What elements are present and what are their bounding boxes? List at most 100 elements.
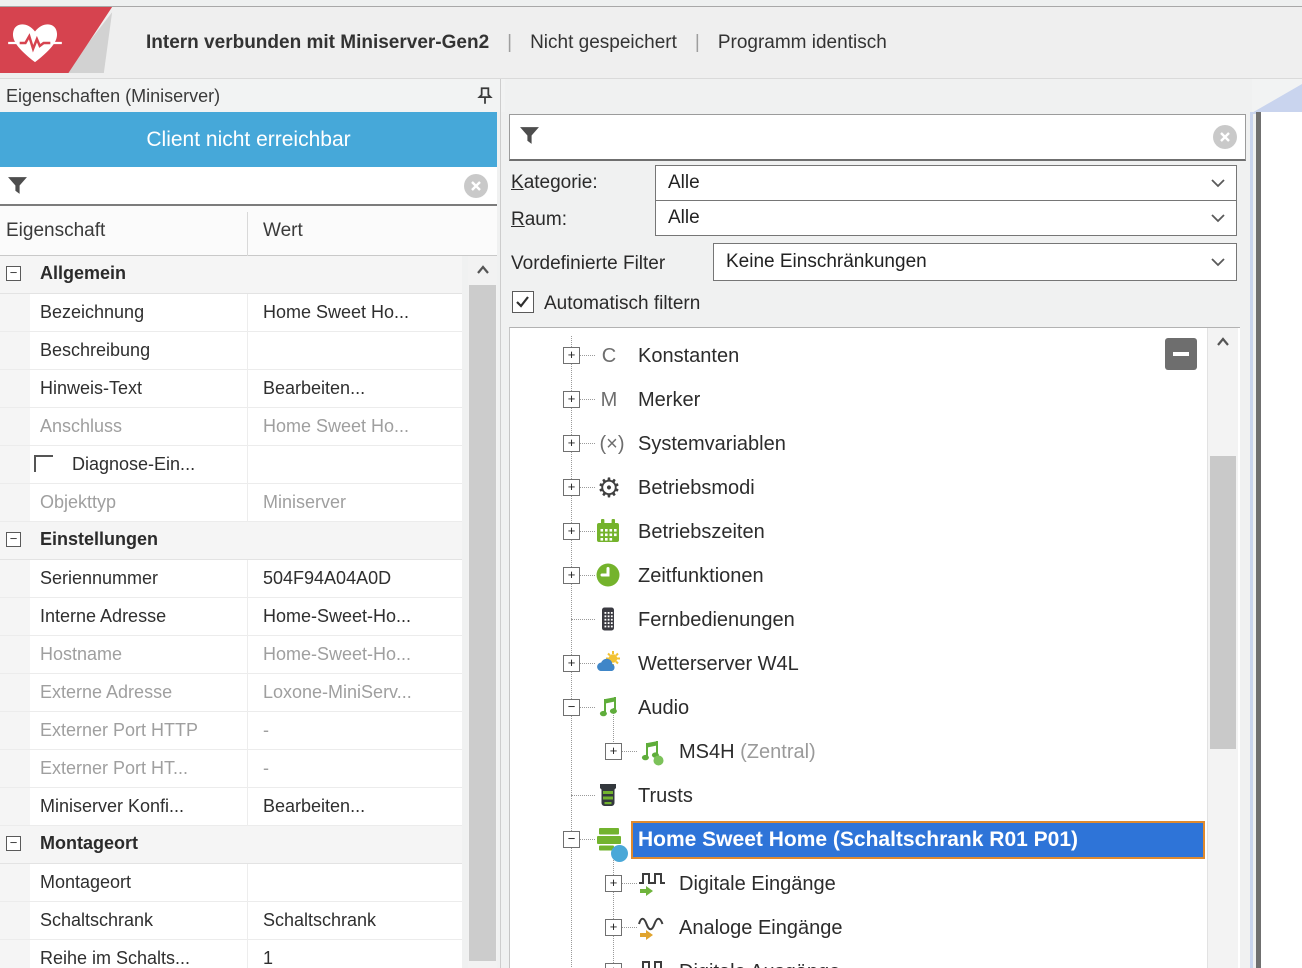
expand-plus-icon[interactable]	[563, 435, 580, 452]
table-row[interactable]: Hinweis-Text Bearbeiten...	[0, 370, 462, 408]
vordefinierte-filter-dropdown[interactable]: Keine Einschränkungen	[713, 243, 1237, 281]
section-row-einstellungen[interactable]: Einstellungen	[0, 522, 462, 560]
scroll-up-arrow-icon[interactable]	[1208, 328, 1238, 355]
filter-clear-button[interactable]	[1213, 125, 1237, 149]
tree-item-audio[interactable]: Audio	[510, 686, 1210, 730]
expand-plus-icon[interactable]	[605, 919, 622, 936]
ms4h-suffix: (Zentral)	[734, 741, 816, 763]
table-row[interactable]: Schaltschrank Schaltschrank	[0, 902, 462, 940]
tree-item-ms4h[interactable]: MS4H (Zentral)	[510, 730, 1210, 774]
filter-funnel-icon	[8, 177, 27, 194]
kategorie-label: Kategorie:	[511, 172, 598, 193]
tree-item-fernbedienungen[interactable]: Fernbedienungen	[510, 598, 1210, 642]
section-row-allgemein[interactable]: Allgemein	[0, 256, 462, 294]
properties-table-header: Eigenschaft Wert	[0, 206, 497, 256]
expand-plus-icon[interactable]	[605, 875, 622, 892]
table-row[interactable]: Externer Port HTTP -	[0, 712, 462, 750]
tree-item-zeitfunktionen[interactable]: Zeitfunktionen	[510, 554, 1210, 598]
checkmark-icon	[516, 296, 529, 308]
properties-scrollbar[interactable]	[468, 256, 497, 968]
expand-minus-icon[interactable]	[563, 831, 580, 848]
expand-plus-icon[interactable]	[605, 963, 622, 968]
expand-plus-icon[interactable]	[563, 523, 580, 540]
tree-item-konstanten[interactable]: C Konstanten	[510, 334, 1210, 378]
properties-filter-input[interactable]	[0, 167, 497, 206]
table-row[interactable]: Beschreibung	[0, 332, 462, 370]
column-header-name: Eigenschaft	[6, 220, 106, 241]
chevron-down-icon	[1211, 179, 1225, 188]
table-row[interactable]: Diagnose-Ein...	[0, 446, 462, 484]
branch-corner-icon	[34, 455, 53, 472]
column-header-value: Wert	[263, 220, 303, 241]
letter-m-icon: M	[600, 389, 618, 411]
table-row[interactable]: Seriennummer 504F94A04A0D	[0, 560, 462, 598]
vordefinierte-filter-label: Vordefinierte Filter	[511, 253, 666, 274]
tree-item-digitale-ausgaenge[interactable]: Digitale Ausgänge	[510, 950, 1210, 968]
expand-plus-icon[interactable]	[605, 743, 622, 760]
selected-tree-row[interactable]: Home Sweet Home (Schaltschrank R01 P01)	[631, 821, 1205, 859]
table-row[interactable]: Externe Adresse Loxone-MiniServ...	[0, 674, 462, 712]
panel-divider[interactable]	[500, 79, 501, 968]
collapse-minus-icon[interactable]	[6, 836, 21, 851]
chevron-down-icon	[1211, 258, 1225, 267]
scrollbar-thumb[interactable]	[1210, 456, 1236, 749]
pin-icon[interactable]	[476, 86, 494, 106]
collapse-minus-icon[interactable]	[6, 266, 21, 281]
tree-item-systemvariablen[interactable]: (×) Systemvariablen	[510, 422, 1210, 466]
table-row[interactable]: Hostname Home-Sweet-Ho...	[0, 636, 462, 674]
status-separator: |	[507, 31, 513, 53]
tree-item-analoge-eingaenge[interactable]: Analoge Eingänge	[510, 906, 1210, 950]
filter-clear-button[interactable]	[464, 174, 488, 198]
tree-item-digitale-eingaenge[interactable]: Digitale Eingänge	[510, 862, 1210, 906]
expand-plus-icon[interactable]	[563, 347, 580, 364]
scrollbar-thumb[interactable]	[469, 285, 496, 961]
banner-text: Client nicht erreichbar	[146, 127, 351, 151]
collapse-all-button[interactable]	[1165, 338, 1197, 370]
table-row[interactable]: Bezeichnung Home Sweet Ho...	[0, 294, 462, 332]
analog-input-icon	[637, 914, 665, 942]
tree-item-betriebszeiten[interactable]: Betriebszeiten	[510, 510, 1210, 554]
table-row[interactable]: Miniserver Konfi... Bearbeiten...	[0, 788, 462, 826]
calendar-icon	[595, 518, 623, 546]
expand-plus-icon[interactable]	[563, 655, 580, 672]
raum-dropdown[interactable]: Alle	[655, 200, 1237, 236]
properties-table: Allgemein Bezeichnung Home Sweet Ho... B…	[0, 256, 462, 968]
music-note-status-icon	[637, 738, 665, 766]
status-connected: Intern verbunden mit Miniserver-Gen2	[146, 31, 490, 53]
auto-filter-checkbox[interactable]	[512, 291, 534, 313]
periphery-filter-input[interactable]	[509, 114, 1246, 161]
chevron-down-icon	[1211, 214, 1225, 223]
expand-plus-icon[interactable]	[563, 479, 580, 496]
table-row[interactable]: Reihe im Schalts... 1	[0, 940, 462, 968]
letter-c-icon: C	[601, 345, 617, 367]
tree-item-wetterserver[interactable]: Wetterserver W4L	[510, 642, 1210, 686]
status-separator: |	[694, 31, 700, 53]
table-row[interactable]: Montageort	[0, 864, 462, 902]
kategorie-dropdown[interactable]: Alle	[655, 165, 1237, 201]
online-status-dot	[611, 845, 628, 862]
table-row[interactable]: Externer Port HT... -	[0, 750, 462, 788]
section-row-montageort[interactable]: Montageort	[0, 826, 462, 864]
tree-item-betriebsmodi[interactable]: Betriebsmodi	[510, 466, 1210, 510]
tree-scrollbar[interactable]	[1207, 328, 1238, 968]
table-row[interactable]: Objekttyp Miniserver	[0, 484, 462, 522]
digital-output-icon	[637, 958, 665, 968]
scroll-up-arrow-icon[interactable]	[468, 256, 497, 283]
raum-label: Raum:	[511, 209, 567, 230]
tree-item-home-sweet-home[interactable]: Home Sweet Home (Schaltschrank R01 P01)	[510, 818, 1210, 862]
gear-icon	[595, 474, 623, 502]
auto-filter-label: Automatisch filtern	[544, 293, 701, 314]
expand-plus-icon[interactable]	[563, 567, 580, 584]
expand-plus-icon[interactable]	[563, 391, 580, 408]
tree-item-merker[interactable]: M Merker	[510, 378, 1210, 422]
tree-item-trusts[interactable]: Trusts	[510, 774, 1210, 818]
remote-control-icon	[595, 606, 623, 634]
expand-minus-icon[interactable]	[563, 699, 580, 716]
filter-funnel-icon	[520, 127, 539, 144]
column-divider[interactable]	[247, 212, 248, 256]
table-row[interactable]: Interne Adresse Home-Sweet-Ho...	[0, 598, 462, 636]
collapse-minus-icon[interactable]	[6, 532, 21, 547]
table-row[interactable]: Anschluss Home Sweet Ho...	[0, 408, 462, 446]
client-unreachable-banner: Client nicht erreichbar	[0, 112, 497, 167]
status-program: Programm identisch	[717, 31, 887, 53]
